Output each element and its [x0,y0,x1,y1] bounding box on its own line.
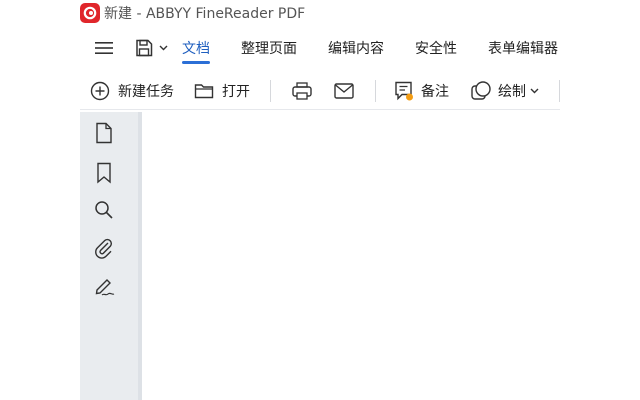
signature-icon[interactable] [92,274,116,298]
toolbar-divider [559,79,560,102]
tab-security[interactable]: 安全性 [415,30,457,66]
notes-button[interactable]: 备注 [393,76,449,106]
comment-note-icon [393,80,415,102]
draw-button[interactable]: 绘制 [470,76,539,106]
window-title: 新建 - ABBYY FineReader PDF [104,6,306,22]
email-button[interactable] [333,76,355,106]
hamburger-menu-icon[interactable] [92,36,116,60]
menu-row: 文档 整理页面 编辑内容 安全性 表单编辑器 [80,30,560,66]
pages-icon[interactable] [92,121,116,145]
plus-circle-icon [90,81,110,101]
notes-label: 备注 [421,83,449,100]
save-button[interactable] [135,36,168,60]
tab-organize-pages[interactable]: 整理页面 [241,30,297,66]
floppy-disk-icon [135,39,153,57]
document-area[interactable] [142,112,560,400]
open-button[interactable]: 打开 [194,76,250,106]
envelope-icon [333,82,355,100]
search-icon[interactable] [92,198,116,222]
new-task-label: 新建任务 [118,83,174,100]
toolbar-divider [375,79,376,102]
printer-icon [291,81,313,101]
tab-document[interactable]: 文档 [182,30,210,66]
toolbar: 新建任务 打开 备注 绘制 [80,72,560,110]
abbyy-logo-icon [80,3,100,23]
folder-icon [194,82,214,100]
chevron-down-icon[interactable] [530,88,539,94]
print-button[interactable] [291,76,313,106]
chevron-down-icon[interactable] [159,45,168,51]
left-sidebar [80,112,138,400]
new-task-button[interactable]: 新建任务 [90,76,174,106]
draw-label: 绘制 [498,83,526,100]
title-bar: 新建 - ABBYY FineReader PDF [80,0,560,26]
bookmark-icon[interactable] [92,161,116,185]
paperclip-icon[interactable] [92,236,116,260]
open-label: 打开 [222,83,250,100]
tab-edit-content[interactable]: 编辑内容 [328,30,384,66]
toolbar-divider [270,79,271,102]
shapes-icon [470,80,492,102]
tab-form-editor[interactable]: 表单编辑器 [488,30,558,66]
